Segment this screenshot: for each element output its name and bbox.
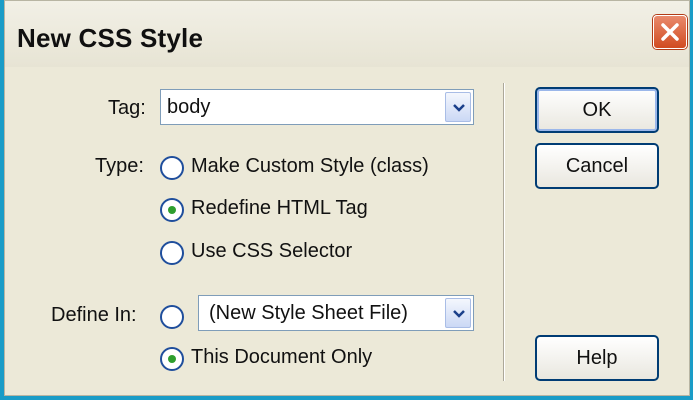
define-in-label: Define In:: [51, 304, 137, 326]
style-sheet-file-value: (New Style Sheet File): [209, 302, 408, 324]
option-make-custom-style-label: Make Custom Style (class): [191, 155, 429, 177]
ok-button-label: OK: [582, 99, 612, 121]
help-button[interactable]: Help: [535, 335, 659, 381]
tag-select-value: body: [167, 96, 211, 118]
type-label: Type:: [95, 155, 144, 177]
tag-dropdown-button[interactable]: [445, 92, 471, 122]
radio-use-css-selector[interactable]: [160, 241, 184, 265]
radio-this-document-only[interactable]: [160, 347, 184, 371]
close-icon: [661, 23, 679, 41]
radio-make-custom-style[interactable]: [160, 156, 184, 180]
radio-selected-dot: [168, 355, 176, 363]
this-document-only-label: This Document Only: [191, 346, 373, 368]
screenshot-frame: New CSS Style Tag: body Type: Make Custo…: [0, 0, 693, 400]
radio-selected-dot: [168, 206, 176, 214]
style-sheet-dropdown-button[interactable]: [445, 298, 471, 328]
vertical-divider: [503, 83, 505, 381]
cancel-button-label: Cancel: [565, 155, 629, 177]
radio-redefine-html-tag[interactable]: [160, 198, 184, 222]
radio-new-style-sheet-file[interactable]: [160, 305, 184, 329]
style-sheet-file-select[interactable]: (New Style Sheet File): [198, 295, 474, 331]
new-css-style-dialog: New CSS Style Tag: body Type: Make Custo…: [4, 0, 690, 396]
cancel-button[interactable]: Cancel: [535, 143, 659, 189]
chevron-down-icon: [453, 104, 465, 112]
close-button[interactable]: [653, 15, 687, 49]
dialog-title: New CSS Style: [17, 23, 204, 53]
tag-label: Tag:: [108, 97, 146, 119]
option-use-css-selector-label: Use CSS Selector: [191, 240, 353, 262]
title-bar: New CSS Style: [5, 1, 689, 67]
help-button-label: Help: [576, 347, 618, 369]
ok-button[interactable]: OK: [535, 87, 659, 133]
option-redefine-html-tag-label: Redefine HTML Tag: [191, 197, 368, 219]
tag-select[interactable]: body: [160, 89, 474, 125]
chevron-down-icon: [453, 310, 465, 318]
